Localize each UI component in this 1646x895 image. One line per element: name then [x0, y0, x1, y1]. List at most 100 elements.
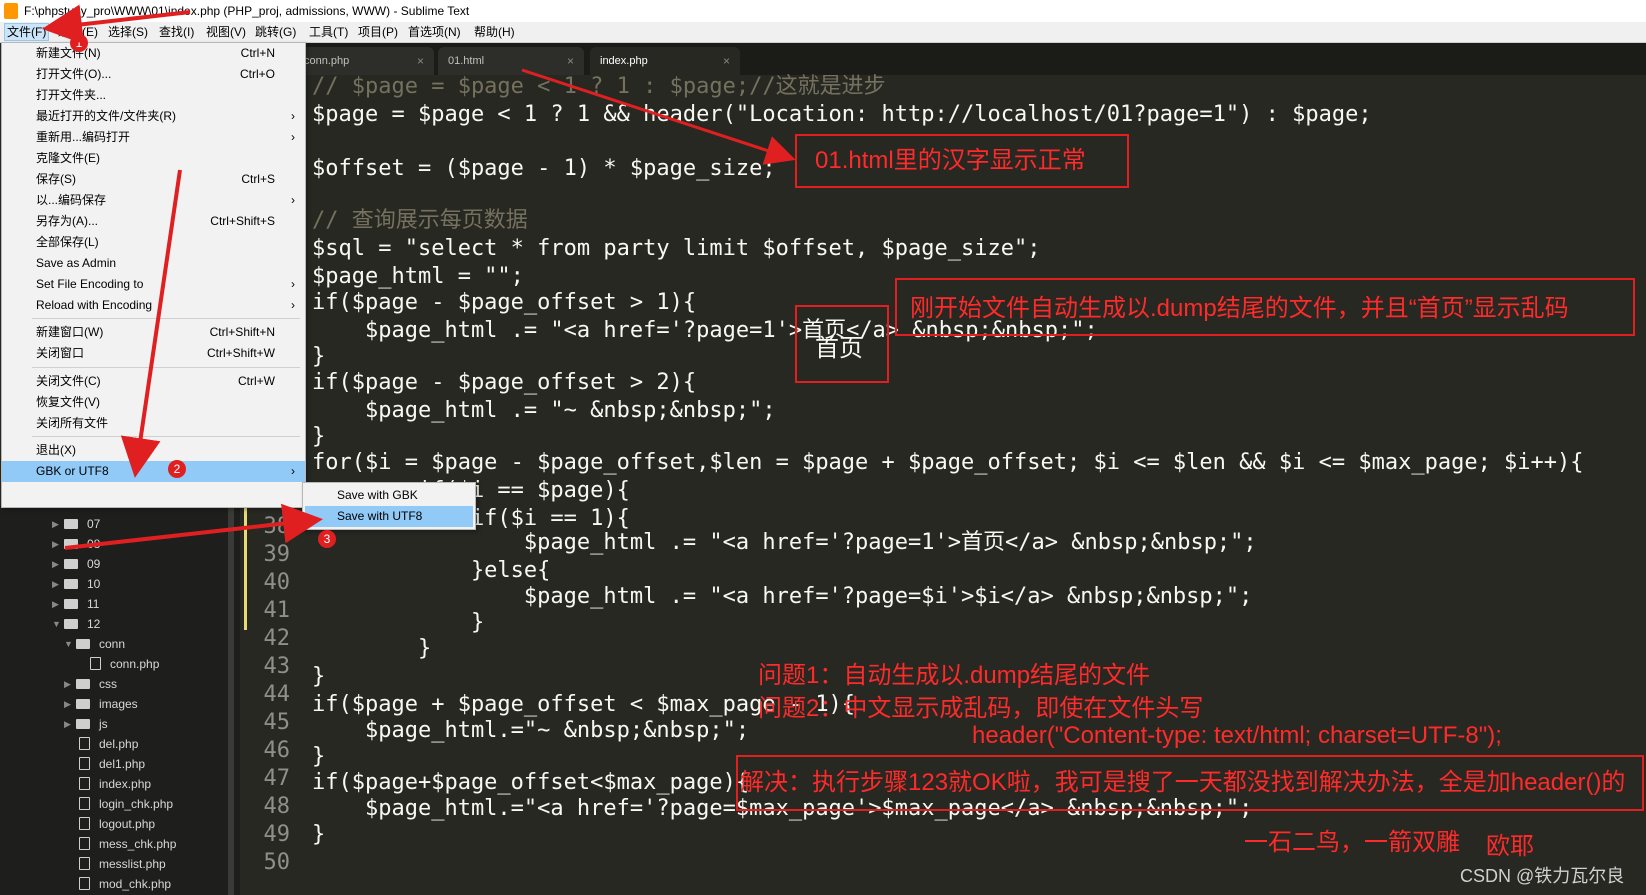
tab-conn-php[interactable]: conn.php × — [294, 47, 434, 75]
expand-arrow-icon[interactable]: ▶ — [52, 514, 59, 534]
code-line[interactable]: $page_html.="~ &nbsp;&nbsp;"; — [312, 717, 749, 745]
code-line[interactable]: } — [312, 821, 325, 849]
code-line[interactable]: if($page+$page_offset<$max_page){ — [312, 769, 749, 797]
code-line[interactable]: $page_html .= "<a href='?page=1'>首页</a> … — [312, 529, 1257, 557]
code-line[interactable]: // 查询展示每页数据 — [312, 207, 528, 235]
expand-arrow-icon[interactable]: ▶ — [64, 694, 71, 714]
sidebar-folder-12[interactable]: ▼ 12 — [0, 614, 228, 634]
collapse-arrow-icon[interactable]: ▼ — [52, 614, 61, 634]
sidebar-folder-conn[interactable]: ▼ conn — [0, 634, 228, 654]
file-menu-item[interactable]: Save as Admin — [2, 253, 305, 274]
code-line[interactable]: if($page - $page_offset > 1){ — [312, 289, 696, 317]
step-badge-1: 1 — [70, 34, 88, 52]
code-line[interactable]: } — [312, 635, 431, 663]
file-menu-item[interactable]: 打开文件夹... — [2, 85, 305, 106]
sidebar-file-conn-php[interactable]: conn.php — [0, 654, 228, 674]
file-icon — [79, 877, 90, 890]
sidebar-file-index-php[interactable]: index.php — [0, 774, 228, 794]
file-menu-item[interactable]: 新建窗口(W) Ctrl+Shift+N — [2, 322, 305, 343]
sidebar-folder-images[interactable]: ▶ images — [0, 694, 228, 714]
sidebar-folder-09[interactable]: ▶ 09 — [0, 554, 228, 574]
menu-view[interactable]: 视图(V) — [204, 22, 248, 42]
csdn-watermark: CSDN @铁力瓦尔良 — [1460, 866, 1625, 886]
file-menu-dropdown: 新建文件(N) Ctrl+N 打开文件(O)... Ctrl+O 打开文件夹... 最近打… — [1, 42, 306, 508]
file-menu-item[interactable]: 恢复文件(V) — [2, 392, 305, 413]
file-menu-item[interactable]: Set File Encoding to › — [2, 274, 305, 295]
code-line[interactable]: if($page - $page_offset > 2){ — [312, 369, 696, 397]
expand-arrow-icon[interactable]: ▶ — [52, 594, 59, 614]
sidebar-scrollbar[interactable] — [228, 506, 234, 895]
code-line[interactable]: $sql = "select * from party limit $offse… — [312, 235, 1040, 263]
code-line[interactable]: for($i = $page - $page_offset,$len = $pa… — [312, 449, 1584, 477]
sidebar-folder-07[interactable]: ▶ 07 — [0, 514, 228, 534]
menu-tools[interactable]: 工具(T) — [307, 22, 350, 42]
menu-goto[interactable]: 跳转(G) — [253, 22, 298, 42]
code-line[interactable]: } — [312, 743, 325, 771]
folder-icon — [64, 579, 78, 589]
file-menu-item[interactable]: 关闭窗口 Ctrl+Shift+W — [2, 343, 305, 364]
collapse-arrow-icon[interactable]: ▼ — [64, 634, 73, 654]
code-line[interactable]: }else{ — [312, 557, 550, 585]
annotation-text-dump-issue: 刚开始文件自动生成以.dump结尾的文件，并且“首页”显示乱码 — [910, 295, 1569, 322]
sidebar-folder-css[interactable]: ▶ css — [0, 674, 228, 694]
expand-arrow-icon[interactable]: ▶ — [52, 554, 59, 574]
submenu-arrow-icon: › — [291, 464, 295, 478]
expand-arrow-icon[interactable]: ▶ — [52, 534, 59, 554]
tab-01-html[interactable]: 01.html × — [438, 47, 584, 75]
sidebar-file-del1-php[interactable]: del1.php — [0, 754, 228, 774]
code-line[interactable]: } — [312, 423, 325, 451]
sidebar-file-mod-chk-php[interactable]: mod_chk.php — [0, 874, 228, 894]
file-icon — [79, 857, 90, 870]
menu-file[interactable]: 文件(F) — [4, 23, 50, 41]
file-menu-item[interactable]: Reload with Encoding › — [2, 295, 305, 316]
close-icon[interactable]: × — [567, 47, 574, 75]
expand-arrow-icon[interactable]: ▶ — [52, 574, 59, 594]
sidebar-item-label: 08 — [87, 537, 101, 551]
menu-selection[interactable]: 选择(S) — [106, 22, 150, 42]
file-menu-item[interactable]: 克隆文件(E) — [2, 148, 305, 169]
file-menu-item[interactable]: GBK or UTF8 › — [2, 461, 305, 482]
submenu-arrow-icon: › — [291, 193, 295, 207]
menu-help[interactable]: 帮助(H) — [472, 22, 517, 42]
file-menu-item[interactable]: 退出(X) — [2, 440, 305, 461]
code-line[interactable]: $page_html .= "~ &nbsp;&nbsp;"; — [312, 397, 776, 425]
menu-item-save-with-gbk[interactable]: Save with GBK — [305, 485, 473, 506]
menu-project[interactable]: 项目(P) — [356, 22, 400, 42]
file-menu-item[interactable]: 全部保存(L) — [2, 232, 305, 253]
menu-item-save-with-utf8[interactable]: Save with UTF8 — [305, 506, 473, 527]
file-menu-item[interactable]: 以...编码保存 › — [2, 190, 305, 211]
file-menu-item[interactable]: 关闭所有文件 — [2, 413, 305, 434]
expand-arrow-icon[interactable]: ▶ — [64, 674, 71, 694]
submenu-arrow-icon: › — [291, 109, 295, 123]
code-line[interactable]: $page_html .= "<a href='?page=$i'>$i</a>… — [312, 583, 1252, 611]
sidebar-file-logout-php[interactable]: logout.php — [0, 814, 228, 834]
code-line[interactable]: } — [312, 663, 325, 691]
file-menu-item[interactable]: 最近打开的文件/文件夹(R) › — [2, 106, 305, 127]
sidebar-file-messlist-php[interactable]: messlist.php — [0, 854, 228, 874]
sidebar-file-del-php[interactable]: del.php — [0, 734, 228, 754]
sidebar-file-login-chk-php[interactable]: login_chk.php — [0, 794, 228, 814]
close-icon[interactable]: × — [723, 47, 730, 75]
file-menu-item[interactable]: 关闭文件(C) Ctrl+W — [2, 371, 305, 392]
code-line[interactable]: $offset = ($page - 1) * $page_size; — [312, 155, 776, 183]
sidebar-folder-js[interactable]: ▶ js — [0, 714, 228, 734]
file-menu-item[interactable]: 新建文件(N) Ctrl+N — [2, 43, 305, 64]
sidebar-folder-10[interactable]: ▶ 10 — [0, 574, 228, 594]
code-line[interactable]: $page = $page < 1 ? 1 && header("Locatio… — [312, 101, 1372, 129]
code-line[interactable]: } — [312, 343, 325, 371]
file-menu-item[interactable]: 保存(S) Ctrl+S — [2, 169, 305, 190]
code-line[interactable]: } — [312, 609, 484, 637]
sidebar-file-mess-chk-php[interactable]: mess_chk.php — [0, 834, 228, 854]
sidebar-folder-11[interactable]: ▶ 11 — [0, 594, 228, 614]
menu-preferences[interactable]: 首选项(N) — [406, 22, 463, 42]
sidebar-folder-08[interactable]: ▶ 08 — [0, 534, 228, 554]
menu-find[interactable]: 查找(I) — [157, 22, 196, 42]
file-menu-item[interactable]: 重新用...编码打开 › — [2, 127, 305, 148]
expand-arrow-icon[interactable]: ▶ — [64, 714, 71, 734]
file-menu-item[interactable]: 另存为(A)... Ctrl+Shift+S — [2, 211, 305, 232]
code-line[interactable]: // $page = $page < 1 ? 1 : $page;//这就是进步 — [312, 73, 886, 101]
close-icon[interactable]: × — [417, 47, 424, 75]
tab-index-php[interactable]: index.php × — [590, 47, 740, 75]
file-menu-item[interactable]: 打开文件(O)... Ctrl+O — [2, 64, 305, 85]
code-line[interactable]: $page_html = ""; — [312, 263, 524, 291]
